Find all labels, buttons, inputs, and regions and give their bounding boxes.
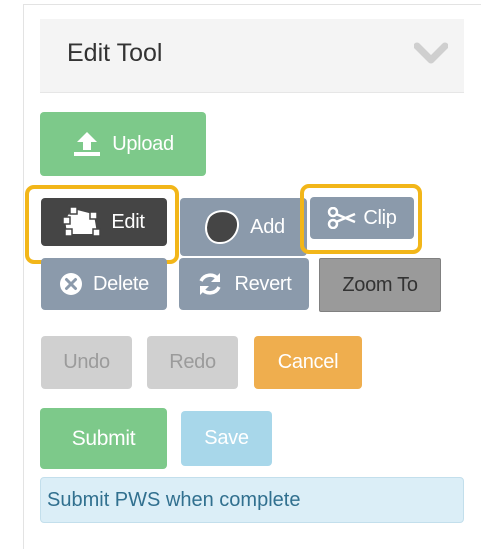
cancel-button[interactable]: Cancel [254, 336, 362, 389]
add-label: Add [250, 215, 285, 238]
redo-button[interactable]: Redo [147, 336, 238, 389]
undo-button[interactable]: Undo [41, 336, 132, 389]
blob-shape-icon [202, 209, 240, 245]
undo-label: Undo [63, 351, 110, 373]
save-label: Save [204, 427, 249, 449]
close-circle-icon [59, 272, 83, 296]
info-message: Submit PWS when complete [40, 477, 464, 523]
edit-highlight [25, 185, 179, 264]
delete-button[interactable]: Delete [41, 258, 167, 310]
upload-button[interactable]: Upload [40, 112, 206, 176]
revert-label: Revert [234, 272, 292, 295]
refresh-icon [196, 270, 224, 298]
info-message-text: Submit PWS when complete [47, 488, 301, 511]
cancel-label: Cancel [277, 351, 339, 373]
revert-button[interactable]: Revert [179, 258, 309, 310]
redo-label: Redo [169, 351, 216, 373]
panel-header[interactable]: Edit Tool [40, 19, 464, 93]
upload-label: Upload [112, 132, 174, 155]
save-button[interactable]: Save [181, 411, 272, 466]
zoom-to-button[interactable]: Zoom To [319, 258, 441, 312]
submit-label: Submit [71, 426, 136, 450]
edit-tool-panel: Edit Tool Upload Edit Add Clip Delete Re… [23, 4, 481, 549]
zoom-to-label: Zoom To [342, 273, 418, 296]
clip-highlight [300, 184, 422, 254]
chevron-down-icon[interactable] [414, 41, 448, 67]
panel-title: Edit Tool [67, 39, 163, 67]
upload-icon [72, 130, 102, 158]
submit-button[interactable]: Submit [40, 408, 167, 469]
delete-label: Delete [92, 272, 149, 295]
add-button[interactable]: Add [180, 198, 307, 256]
